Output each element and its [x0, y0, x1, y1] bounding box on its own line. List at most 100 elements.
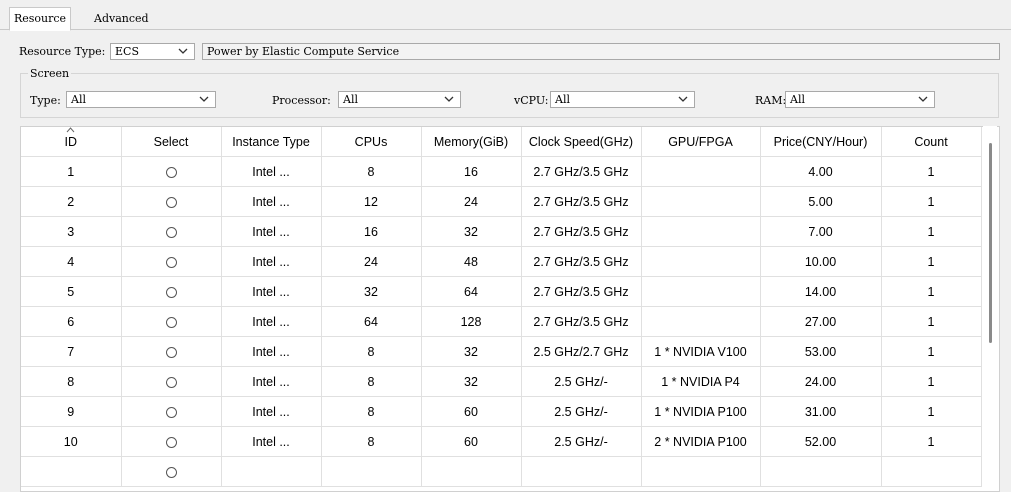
processor-filter-label: Processor:: [272, 94, 331, 107]
cell-price: 4.00: [760, 156, 882, 187]
instance-table: ID Select Instance Type CPUs Memory(GiB)…: [21, 127, 982, 487]
tab-resource[interactable]: Resource: [9, 7, 71, 31]
table-row[interactable]: 2 Intel ... 12 24 2.7 GHz/3.5 GHz 5.00 1: [21, 186, 982, 217]
cell-count: 1: [881, 366, 982, 397]
column-header-memory[interactable]: Memory(GiB): [421, 127, 522, 157]
column-header-select[interactable]: Select: [121, 127, 222, 157]
chevron-down-icon: [918, 96, 928, 102]
cell-cpus: 8: [321, 366, 422, 397]
column-header-id[interactable]: ID: [21, 127, 122, 157]
chevron-down-icon: [178, 48, 188, 54]
column-header-price[interactable]: Price(CNY/Hour): [760, 127, 882, 157]
cell-price: 24.00: [760, 366, 882, 397]
vcpu-filter-select[interactable]: All: [550, 91, 695, 108]
select-radio[interactable]: [165, 466, 177, 478]
table-row[interactable]: 1 Intel ... 8 16 2.7 GHz/3.5 GHz 4.00 1: [21, 156, 982, 187]
cell-id: 5: [21, 276, 122, 307]
cell-select: [121, 366, 222, 397]
cell-count: [881, 456, 982, 487]
cell-select: [121, 246, 222, 277]
cell-select: [121, 426, 222, 457]
table-scrollbar-thumb[interactable]: [989, 143, 992, 343]
instance-table-container: ID Select Instance Type CPUs Memory(GiB)…: [20, 126, 1000, 492]
cell-clock-speed: 2.7 GHz/3.5 GHz: [521, 216, 642, 247]
cell-clock-speed: [521, 456, 642, 487]
select-radio[interactable]: [165, 316, 177, 328]
cell-count: 1: [881, 306, 982, 337]
cell-instance-type: Intel ...: [221, 336, 322, 367]
ram-filter-select[interactable]: All: [785, 91, 935, 108]
select-radio[interactable]: [165, 346, 177, 358]
cell-count: 1: [881, 426, 982, 457]
select-radio[interactable]: [165, 166, 177, 178]
table-row[interactable]: 3 Intel ... 16 32 2.7 GHz/3.5 GHz 7.00 1: [21, 216, 982, 247]
cell-cpus: 12: [321, 186, 422, 217]
select-radio[interactable]: [165, 226, 177, 238]
cell-count: 1: [881, 336, 982, 367]
select-radio[interactable]: [165, 256, 177, 268]
cell-memory: 32: [421, 336, 522, 367]
column-header-count[interactable]: Count: [881, 127, 982, 157]
vcpu-filter-label: vCPU:: [514, 94, 549, 107]
select-radio[interactable]: [165, 196, 177, 208]
column-header-instance-type[interactable]: Instance Type: [221, 127, 322, 157]
processor-filter-select[interactable]: All: [338, 91, 461, 108]
cell-id: 4: [21, 246, 122, 277]
chevron-down-icon: [199, 96, 209, 102]
cell-cpus: 24: [321, 246, 422, 277]
table-row[interactable]: 7 Intel ... 8 32 2.5 GHz/2.7 GHz 1 * NVI…: [21, 336, 982, 367]
cell-gpu: [641, 186, 761, 217]
select-radio[interactable]: [165, 376, 177, 388]
table-row[interactable]: 10 Intel ... 8 60 2.5 GHz/- 2 * NVIDIA P…: [21, 426, 982, 457]
cell-select: [121, 276, 222, 307]
cell-id: 2: [21, 186, 122, 217]
cell-memory: 24: [421, 186, 522, 217]
column-header-gpu-fpga[interactable]: GPU/FPGA: [641, 127, 761, 157]
cell-clock-speed: 2.5 GHz/-: [521, 366, 642, 397]
cell-clock-speed: 2.7 GHz/3.5 GHz: [521, 306, 642, 337]
cell-cpus: 32: [321, 276, 422, 307]
table-row[interactable]: 8 Intel ... 8 32 2.5 GHz/- 1 * NVIDIA P4…: [21, 366, 982, 397]
chevron-down-icon: [678, 96, 688, 102]
cell-memory: 32: [421, 216, 522, 247]
cell-price: 10.00: [760, 246, 882, 277]
tab-advanced[interactable]: Advanced: [84, 8, 159, 29]
table-row-partial[interactable]: [21, 456, 982, 487]
screen-group-title: Screen: [28, 67, 72, 80]
cell-memory: 64: [421, 276, 522, 307]
type-filter-select[interactable]: All: [66, 91, 216, 108]
cell-count: 1: [881, 276, 982, 307]
select-radio[interactable]: [165, 406, 177, 418]
cell-clock-speed: 2.5 GHz/-: [521, 396, 642, 427]
column-header-cpus[interactable]: CPUs: [321, 127, 422, 157]
cell-instance-type: Intel ...: [221, 246, 322, 277]
cell-price: 14.00: [760, 276, 882, 307]
table-row[interactable]: 4 Intel ... 24 48 2.7 GHz/3.5 GHz 10.00 …: [21, 246, 982, 277]
cell-gpu: [641, 456, 761, 487]
cell-select: [121, 306, 222, 337]
cell-instance-type: Intel ...: [221, 216, 322, 247]
cell-instance-type: Intel ...: [221, 426, 322, 457]
cell-cpus: 8: [321, 396, 422, 427]
cell-price: 52.00: [760, 426, 882, 457]
cell-clock-speed: 2.7 GHz/3.5 GHz: [521, 156, 642, 187]
ram-filter-label: RAM:: [755, 94, 787, 107]
table-row[interactable]: 9 Intel ... 8 60 2.5 GHz/- 1 * NVIDIA P1…: [21, 396, 982, 427]
resource-description-field: Power by Elastic Compute Service: [202, 43, 1000, 60]
cell-memory: 128: [421, 306, 522, 337]
select-radio[interactable]: [165, 286, 177, 298]
cell-instance-type: Intel ...: [221, 276, 322, 307]
cell-cpus: 8: [321, 336, 422, 367]
cell-price: 53.00: [760, 336, 882, 367]
table-row[interactable]: 5 Intel ... 32 64 2.7 GHz/3.5 GHz 14.00 …: [21, 276, 982, 307]
cell-clock-speed: 2.7 GHz/3.5 GHz: [521, 186, 642, 217]
cell-cpus: 64: [321, 306, 422, 337]
table-row[interactable]: 6 Intel ... 64 128 2.7 GHz/3.5 GHz 27.00…: [21, 306, 982, 337]
select-radio[interactable]: [165, 436, 177, 448]
cell-memory: [421, 456, 522, 487]
column-header-clock-speed[interactable]: Clock Speed(GHz): [521, 127, 642, 157]
cell-count: 1: [881, 186, 982, 217]
cell-price: [760, 456, 882, 487]
cell-select: [121, 216, 222, 247]
resource-type-select[interactable]: ECS: [110, 43, 195, 60]
